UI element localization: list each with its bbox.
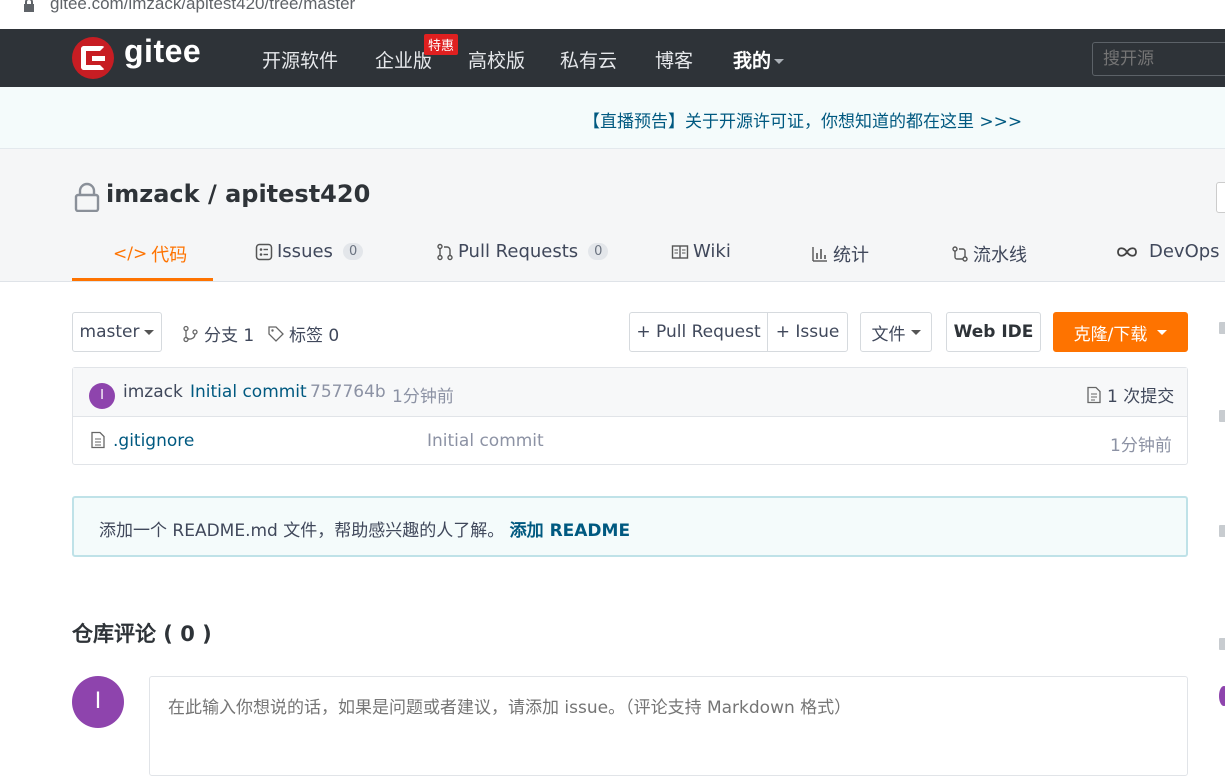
branch-select[interactable]: master: [72, 312, 162, 352]
comments-title: 仓库评论 ( 0 ): [72, 622, 212, 646]
tab-wiki-label: Wiki: [693, 241, 731, 262]
commit-count-link[interactable]: 1 次提交: [1085, 382, 1174, 407]
branch-icon: [183, 325, 198, 342]
file-list: I imzack Initial commit 757764b 1分钟前 1 次…: [72, 367, 1188, 465]
pull-requests-count-badge: 0: [588, 243, 609, 260]
avatar[interactable]: I: [72, 676, 124, 728]
sidebar-fragment: [1219, 525, 1225, 537]
gitee-logo-icon[interactable]: [72, 37, 114, 79]
nav-university[interactable]: 高校版: [468, 46, 525, 73]
chevron-down-icon: [1157, 329, 1168, 335]
sidebar-avatar-fragment: [1219, 686, 1225, 706]
repo-title[interactable]: imzack / apitest420: [106, 180, 370, 208]
tab-issues-label: Issues: [277, 241, 333, 262]
tab-code[interactable]: </> 代码: [113, 241, 187, 267]
clone-download-button[interactable]: 克隆/下载: [1053, 312, 1188, 352]
lock-icon: [24, 0, 34, 12]
tab-pipeline[interactable]: 流水线: [951, 241, 1027, 267]
tab-wiki[interactable]: Wiki: [671, 241, 731, 262]
avatar[interactable]: I: [89, 383, 115, 409]
tab-issues[interactable]: Issues 0: [255, 241, 364, 262]
url-text[interactable]: gitee.com/imzack/apitest420/tree/master: [50, 0, 355, 14]
browser-url-bar[interactable]: gitee.com/imzack/apitest420/tree/master: [0, 0, 1225, 29]
latest-commit-row: I imzack Initial commit 757764b 1分钟前 1 次…: [73, 368, 1187, 417]
web-ide-button[interactable]: Web IDE: [946, 312, 1041, 352]
sidebar-fragment: [1219, 410, 1225, 422]
commits-icon: [1087, 386, 1101, 403]
issues-count-badge: 0: [342, 243, 364, 260]
clone-download-label: 克隆/下载: [1073, 324, 1148, 345]
nav-mine[interactable]: 我的: [733, 46, 785, 73]
tab-stats-label: 统计: [833, 245, 869, 266]
tab-devops-label: DevOps: [1149, 241, 1220, 262]
nav-private-cloud[interactable]: 私有云: [560, 46, 617, 73]
nav-open-source[interactable]: 开源软件: [262, 46, 338, 73]
readme-hint: 添加一个 README.md 文件，帮助感兴趣的人了解。: [99, 521, 505, 541]
file-icon: [91, 431, 105, 449]
issues-icon: [255, 243, 273, 260]
chevron-down-icon: [774, 59, 785, 64]
file-commit-time: 1分钟前: [1110, 436, 1172, 456]
pull-request-icon: [437, 243, 453, 260]
branches-link[interactable]: 分支 1: [182, 321, 254, 346]
chevron-down-icon: [910, 329, 921, 335]
commit-author[interactable]: imzack: [123, 382, 183, 402]
table-row: .gitignore Initial commit 1分钟前: [73, 417, 1187, 466]
tab-pipeline-label: 流水线: [973, 245, 1027, 266]
notice-banner: 【直播预告】关于开源许可证，你想知道的都在这里 >>>: [0, 87, 1225, 149]
readme-prompt: 添加一个 README.md 文件，帮助感兴趣的人了解。 添加 README: [72, 496, 1188, 557]
commit-hash[interactable]: 757764b: [310, 382, 386, 402]
pipeline-icon: [952, 246, 968, 262]
sidebar-fragment: [1219, 322, 1225, 334]
tab-pull-requests-label: Pull Requests: [458, 241, 579, 262]
comment-input[interactable]: [149, 676, 1188, 776]
tab-pull-requests[interactable]: Pull Requests 0: [436, 241, 609, 262]
search-input[interactable]: [1092, 42, 1225, 76]
hot-badge: 特惠: [424, 34, 459, 55]
tags-label: 标签 0: [289, 326, 340, 346]
sidebar-fragment: [1219, 638, 1225, 650]
add-readme-link[interactable]: 添加 README: [510, 521, 630, 541]
private-lock-icon: [74, 182, 100, 212]
commit-time: 1分钟前: [392, 387, 454, 407]
code-icon: </>: [113, 244, 148, 264]
nav-blog[interactable]: 博客: [655, 46, 693, 73]
file-name[interactable]: .gitignore: [113, 431, 194, 451]
wiki-icon: [671, 244, 689, 259]
tag-icon: [268, 325, 284, 342]
tab-devops[interactable]: DevOps: [1115, 241, 1225, 262]
top-navigation: gitee 开源软件 企业版 特惠 高校版 私有云 博客 我的: [0, 29, 1225, 87]
branch-select-label: master: [79, 322, 140, 342]
readme-prompt-text: 添加一个 README.md 文件，帮助感兴趣的人了解。 添加 README: [99, 516, 630, 541]
active-tab-indicator: [72, 278, 213, 281]
repo-header: imzack / apitest420 </> 代码 Issues 0 Pull…: [0, 149, 1225, 282]
chevron-down-icon: [144, 329, 155, 335]
file-dropdown[interactable]: 文件: [860, 312, 932, 352]
new-pull-request-button[interactable]: + Pull Request: [629, 312, 768, 352]
tab-stats[interactable]: 统计: [811, 241, 869, 267]
brand-name[interactable]: gitee: [124, 33, 201, 70]
notice-link[interactable]: 【直播预告】关于开源许可证，你想知道的都在这里 >>>: [583, 107, 1022, 132]
tags-link[interactable]: 标签 0: [267, 321, 339, 346]
new-issue-button[interactable]: + Issue: [767, 312, 848, 352]
file-dropdown-label: 文件: [871, 324, 906, 345]
tab-code-label: 代码: [151, 245, 188, 266]
file-commit-message[interactable]: Initial commit: [427, 431, 544, 451]
stats-icon: [812, 247, 827, 262]
devops-icon: [1117, 246, 1137, 257]
repo-action-button[interactable]: [1216, 182, 1225, 213]
commit-message[interactable]: Initial commit: [190, 382, 307, 402]
nav-mine-label: 我的: [733, 50, 772, 72]
commit-count-label: 1 次提交: [1107, 387, 1175, 407]
branches-label: 分支 1: [204, 326, 255, 346]
